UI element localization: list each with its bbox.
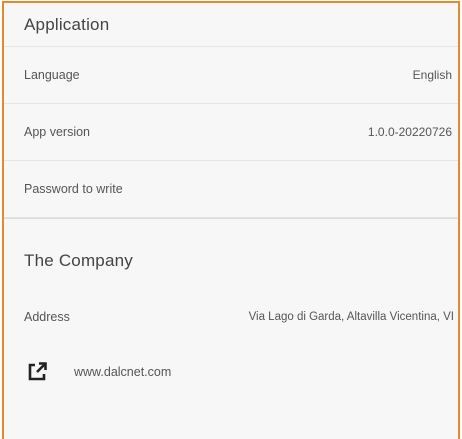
website-link[interactable]: www.dalcnet.com bbox=[4, 345, 458, 399]
application-section: Application Language English App version… bbox=[4, 3, 458, 218]
application-section-title: Application bbox=[4, 3, 458, 47]
company-section: The Company Address Via Lago di Garda, A… bbox=[4, 218, 458, 399]
password-to-write-row[interactable]: Password to write bbox=[4, 161, 458, 218]
settings-panel: Application Language English App version… bbox=[2, 1, 460, 439]
address-row: Address Via Lago di Garda, Altavilla Vic… bbox=[4, 297, 458, 337]
language-value: English bbox=[412, 68, 452, 82]
app-version-value: 1.0.0-20220726 bbox=[367, 125, 452, 139]
company-section-title: The Company bbox=[24, 251, 133, 270]
language-label: Language bbox=[24, 68, 80, 82]
address-value: Via Lago di Garda, Altavilla Vicentina, … bbox=[248, 311, 454, 323]
language-row[interactable]: Language English bbox=[4, 47, 458, 104]
external-link-icon[interactable] bbox=[26, 361, 48, 383]
address-label: Address bbox=[24, 310, 70, 324]
password-to-write-label: Password to write bbox=[24, 182, 123, 196]
app-version-label: App version bbox=[24, 125, 91, 139]
app-version-row: App version 1.0.0-20220726 bbox=[4, 104, 458, 161]
website-link-text[interactable]: www.dalcnet.com bbox=[74, 365, 171, 379]
